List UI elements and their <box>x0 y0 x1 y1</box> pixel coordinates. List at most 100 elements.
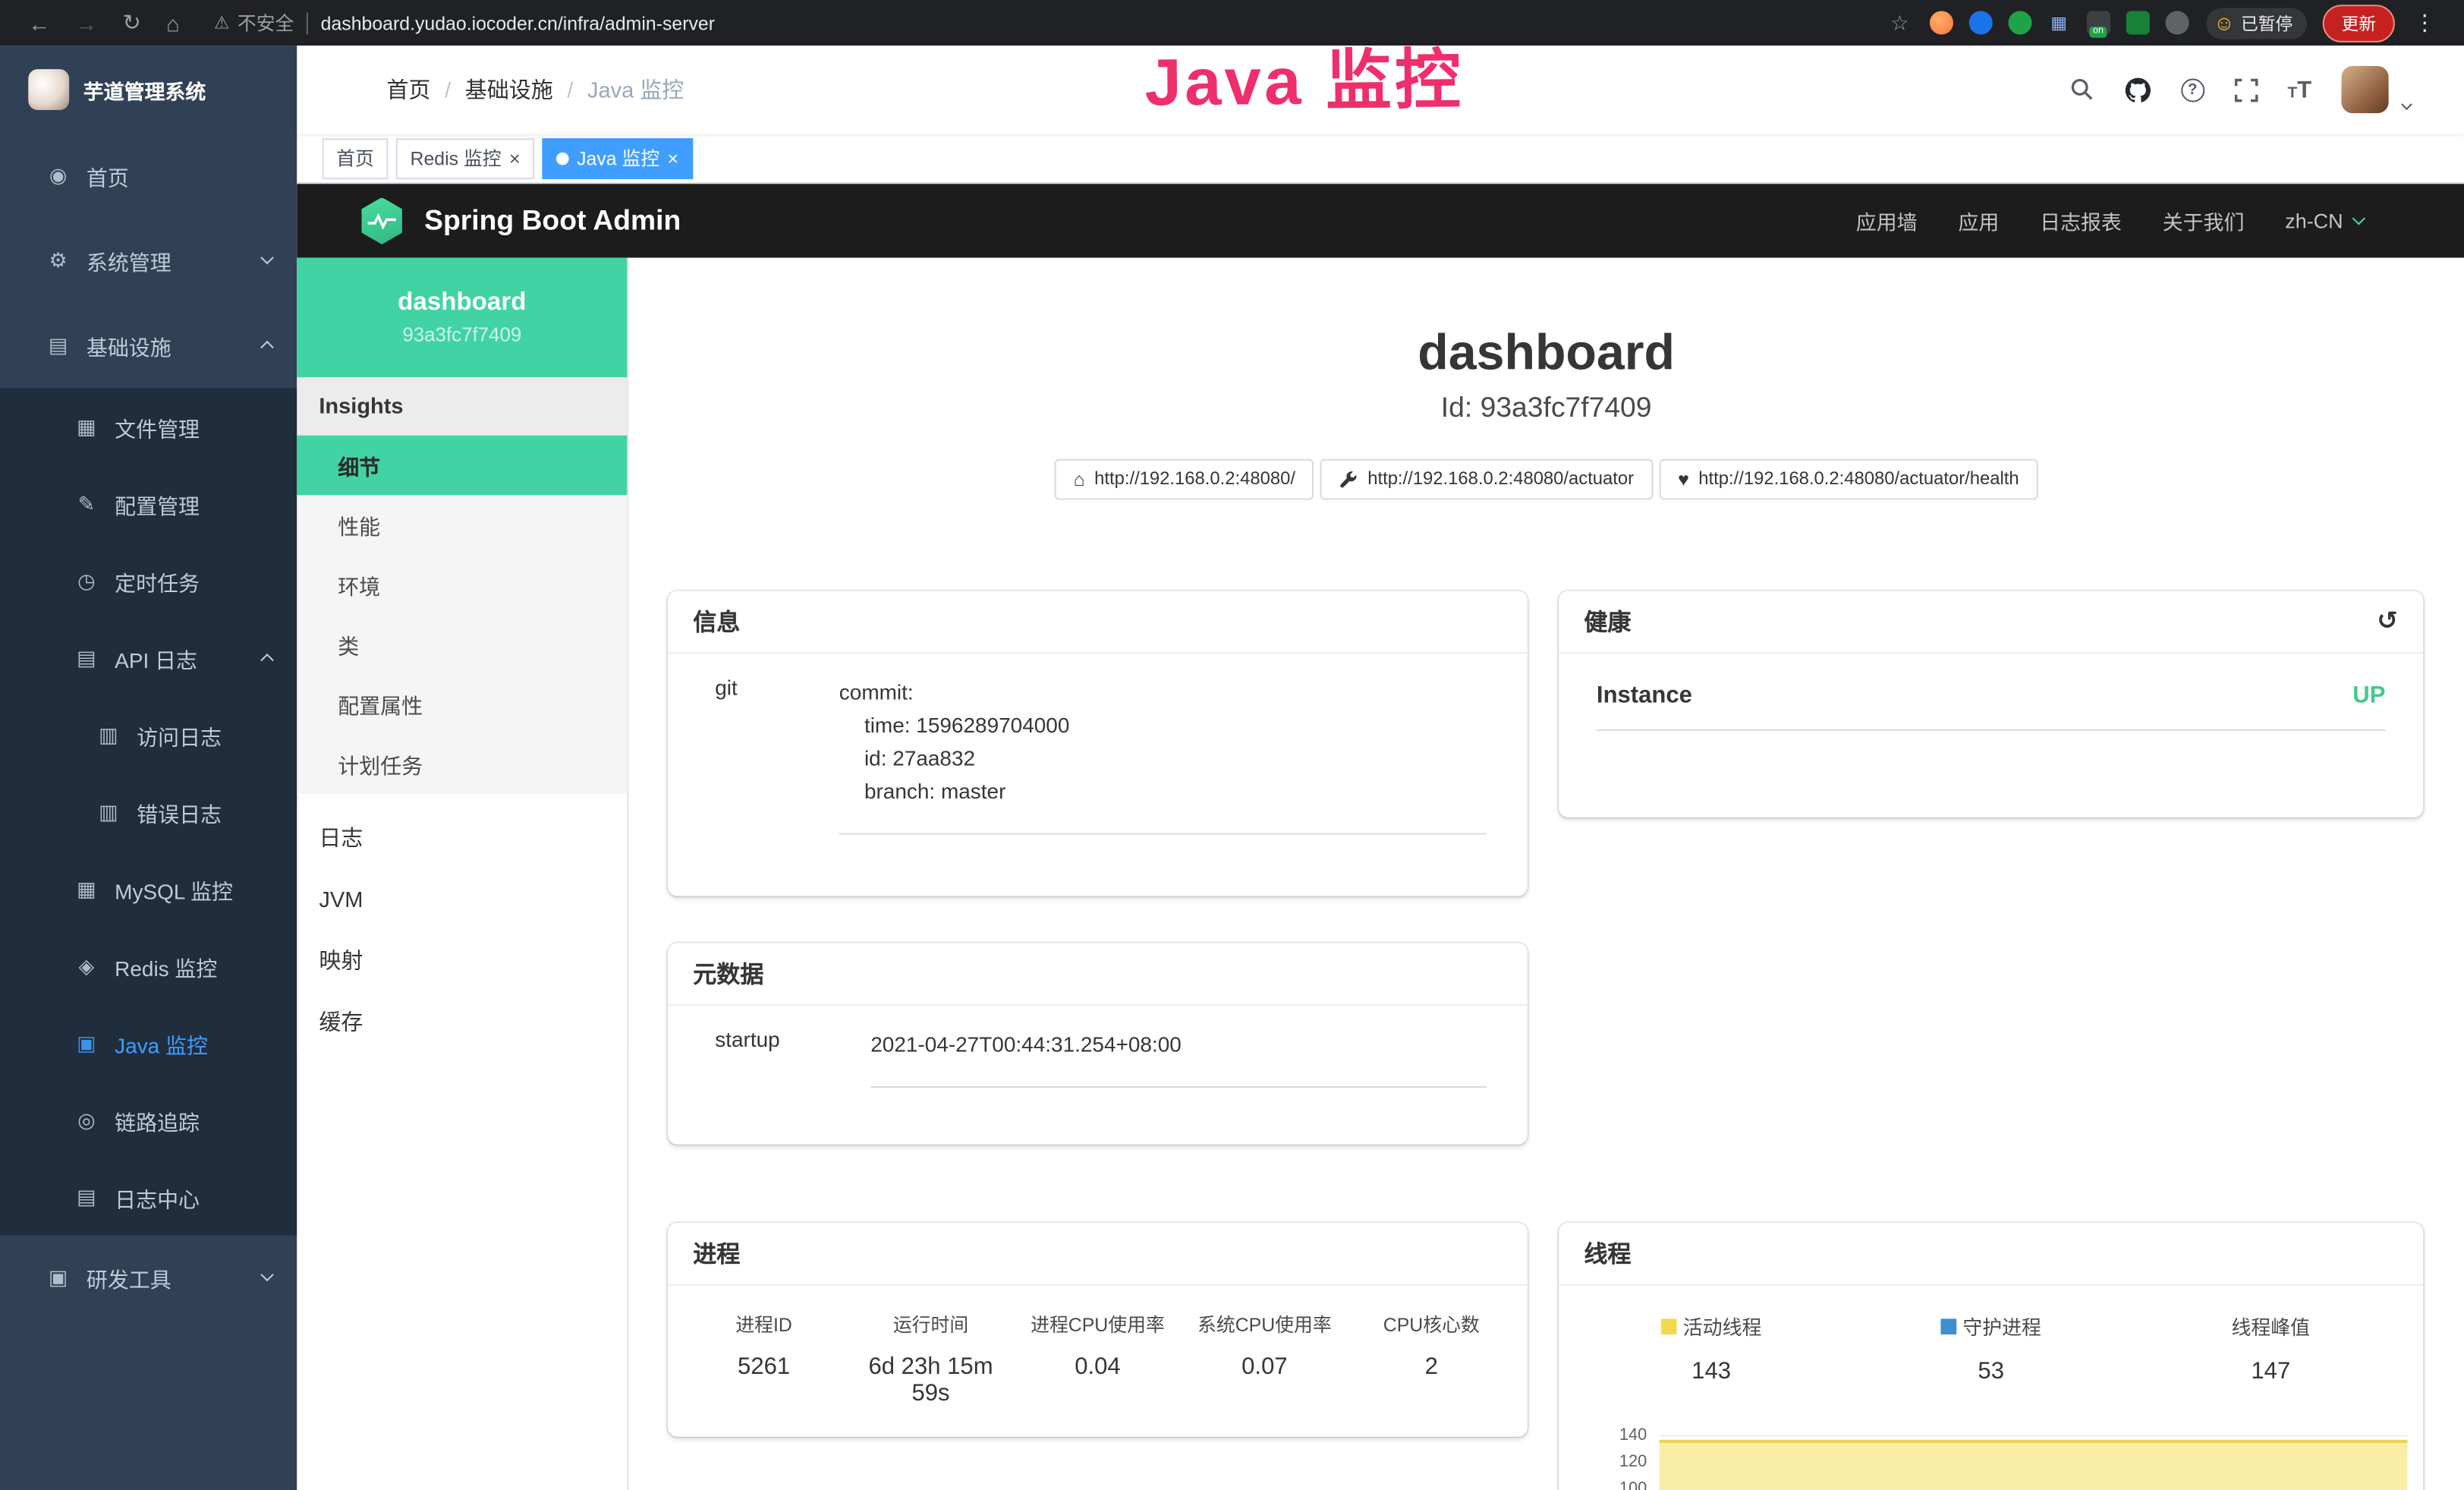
fullscreen-icon[interactable] <box>2234 78 2258 102</box>
breadcrumb-home[interactable]: 首页 <box>386 74 430 105</box>
api-log-icon: ▤ <box>72 645 100 670</box>
active-dot <box>556 152 569 165</box>
health-instance-label: Instance <box>1597 682 1692 709</box>
sba-sidebar-item-details[interactable]: 细节 <box>297 436 627 496</box>
tab-close-icon[interactable]: × <box>668 149 679 168</box>
sba-nav-about[interactable]: 关于我们 <box>2163 206 2245 235</box>
col-label: 进程ID <box>681 1311 848 1337</box>
browser-toolbar: ← → ↻ ⌂ ⚠ 不安全 dashboard.yudao.iocoder.cn… <box>0 0 2464 46</box>
process-uptime-col: 运行时间 6d 23h 15m 59s <box>848 1311 1015 1407</box>
tab-redis-monitor[interactable]: Redis 监控 × <box>396 137 534 178</box>
sidebar-item-redis-monitor[interactable]: ◈ Redis 监控 <box>0 928 297 1004</box>
browser-home-icon[interactable]: ⌂ <box>166 10 180 35</box>
sba-sidebar-item-scheduled-tasks[interactable]: 计划任务 <box>297 734 627 794</box>
search-icon[interactable] <box>2069 77 2094 102</box>
not-secure-warning-icon[interactable]: ⚠ <box>214 13 229 33</box>
sba-nav-applications[interactable]: 应用 <box>1958 206 1999 235</box>
address-bar[interactable]: ⚠ 不安全 dashboard.yudao.iocoder.cn/infra/a… <box>214 9 715 36</box>
sidebar-item-dev-tools[interactable]: ▣ 研发工具 <box>0 1236 297 1321</box>
instance-name: dashboard <box>398 289 526 317</box>
col-label: CPU核心数 <box>1348 1311 1515 1337</box>
sidebar-item-label: Redis 监控 <box>115 950 217 981</box>
sidebar-item-label: 基础设施 <box>87 330 172 361</box>
instance-link-health[interactable]: ♥ http://192.168.0.2:48080/actuator/heal… <box>1659 459 2038 500</box>
back-icon[interactable]: ← <box>28 10 50 35</box>
sba-content: dashboard Id: 93a3fc7f7409 ⌂ http://192.… <box>628 258 2464 1490</box>
green-circle-extension-icon[interactable] <box>2008 11 2031 34</box>
info-key: git <box>693 676 839 834</box>
sidebar-item-infrastructure[interactable]: ▤ 基础设施 <box>0 304 297 389</box>
sba-sidebar-item-classes[interactable]: 类 <box>297 615 627 675</box>
legend-label: 守护进程 <box>1962 1311 2041 1340</box>
peak-threads-stat: 线程峰值 147 <box>2131 1311 2411 1384</box>
app-logo-row[interactable]: 芋道管理系统 <box>0 46 297 134</box>
sba-nav-journal[interactable]: 日志报表 <box>2040 206 2122 235</box>
sba-sidebar-item-logs[interactable]: 日志 <box>297 806 627 868</box>
history-icon[interactable]: ↺ <box>2377 609 2398 634</box>
live-threads-stat: 活动线程 143 <box>1572 1311 1852 1384</box>
leaf-extension-icon[interactable] <box>2126 11 2149 34</box>
sidebar-item-api-logs[interactable]: ▤ API 日志 <box>0 619 297 696</box>
sba-sidebar-item-mappings[interactable]: 映射 <box>297 929 627 991</box>
drop-extension-icon[interactable] <box>1968 11 1992 34</box>
hamburger-icon[interactable] <box>323 80 349 99</box>
switch-extension-icon[interactable]: on <box>2086 11 2110 34</box>
y-tick-100: 100 <box>1559 1479 1647 1490</box>
app-brand-title: 芋道管理系统 <box>83 74 206 104</box>
sidebar-item-error-logs[interactable]: ▥ 错误日志 <box>0 773 297 850</box>
sba-sidebar-item-config-props[interactable]: 配置属性 <box>297 674 627 734</box>
sidebar-item-scheduled-tasks[interactable]: ◷ 定时任务 <box>0 542 297 619</box>
font-size-icon[interactable]: TT <box>2288 78 2312 102</box>
legend-value: 147 <box>2131 1358 2411 1384</box>
sidebar-item-config-management[interactable]: ✎ 配置管理 <box>0 465 297 542</box>
sba-sidebar-item-performance[interactable]: 性能 <box>297 495 627 555</box>
sidebar-item-log-center[interactable]: ▤ 日志中心 <box>0 1158 297 1235</box>
user-avatar[interactable] <box>2341 66 2388 113</box>
sidebar-item-java-monitor[interactable]: ▣ Java 监控 <box>0 1004 297 1081</box>
metadata-card-body: startup 2021-04-27T00:44:31.254+08:00 <box>668 1006 1528 1088</box>
tab-java-monitor[interactable]: Java 监控 × <box>543 137 693 178</box>
sidebar-item-label: 研发工具 <box>87 1262 172 1293</box>
git-branch-line: branch: master <box>839 775 1487 808</box>
fox-extension-icon[interactable] <box>1929 11 1953 34</box>
tab-close-icon[interactable]: × <box>509 149 521 168</box>
paw-extension-icon[interactable] <box>2165 11 2189 34</box>
sidebar-item-tracing[interactable]: ◎ 链路追踪 <box>0 1082 297 1158</box>
tab-label: Redis 监控 <box>411 145 502 172</box>
daemon-threads-stat: 守护进程 53 <box>1851 1311 2131 1384</box>
sba-sidebar-root-items: 日志 JVM 映射 缓存 <box>297 794 627 1052</box>
card-title: 线程 <box>1584 1237 1631 1270</box>
forward-icon[interactable]: → <box>75 10 97 35</box>
chrome-update-button[interactable]: 更新 <box>2323 4 2395 42</box>
browser-menu-icon[interactable]: ⋮ <box>2414 9 2436 36</box>
sba-sidebar-item-jvm[interactable]: JVM <box>297 868 627 929</box>
url-text[interactable]: dashboard.yudao.iocoder.cn/infra/admin-s… <box>321 12 715 34</box>
health-card-body: Instance UP <box>1559 654 2423 730</box>
sba-sidebar-item-environment[interactable]: 环境 <box>297 555 627 615</box>
health-row[interactable]: Instance UP <box>1597 682 2386 731</box>
sba-nav-wallboard[interactable]: 应用墙 <box>1856 206 1918 235</box>
instance-link-root[interactable]: ⌂ http://192.168.0.2:48080/ <box>1055 459 1314 500</box>
help-icon[interactable]: ? <box>2181 78 2204 102</box>
sidebar-item-access-logs[interactable]: ▥ 访问日志 <box>0 696 297 773</box>
breadcrumb-infrastructure[interactable]: 基础设施 <box>465 74 553 105</box>
github-icon[interactable] <box>2124 76 2151 102</box>
instance-link-actuator[interactable]: http://192.168.0.2:48080/actuator <box>1320 459 1653 500</box>
sidebar-item-mysql-monitor[interactable]: ▦ MySQL 监控 <box>0 850 297 927</box>
sidebar-item-home[interactable]: ◉ 首页 <box>0 134 297 219</box>
app-logo-avatar <box>28 69 69 110</box>
redis-icon: ◈ <box>72 953 100 978</box>
profile-paused-badge[interactable]: ☺ 已暂停 <box>2206 7 2307 38</box>
threads-area-chart: 140 120 100 <box>1559 1422 2423 1490</box>
tab-home[interactable]: 首页 <box>323 137 389 178</box>
sba-instance-header[interactable]: dashboard 93a3fc7f7409 <box>297 258 627 377</box>
dev-tools-icon: ▣ <box>44 1265 72 1290</box>
grid-extension-icon[interactable]: ▦ <box>2047 11 2071 34</box>
sba-sidebar-item-caches[interactable]: 缓存 <box>297 991 627 1052</box>
sidebar-item-system-management[interactable]: ⚙ 系统管理 <box>0 219 297 304</box>
bookmark-star-icon[interactable]: ☆ <box>1890 10 1909 35</box>
sba-locale-select[interactable]: zh-CN <box>2285 209 2363 232</box>
reload-icon[interactable]: ↻ <box>123 9 141 36</box>
paused-label: 已暂停 <box>2241 10 2292 35</box>
sidebar-item-file-management[interactable]: ▦ 文件管理 <box>0 388 297 465</box>
